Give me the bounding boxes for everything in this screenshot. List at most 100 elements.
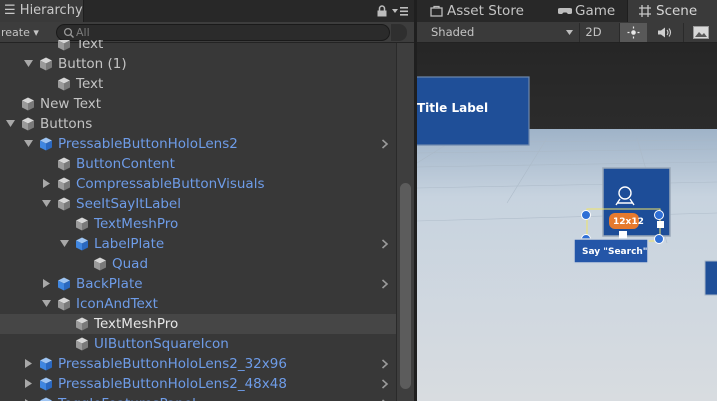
foldout-expanded-icon[interactable] [6,119,15,128]
hierarchy-row[interactable]: ToggleFeaturesPanel [0,394,396,401]
gameobject-cube-icon [76,337,88,351]
hierarchy-row-label: BackPlate [76,276,143,292]
speaker-icon [658,27,672,38]
create-dropdown[interactable]: reate ▾ [0,24,46,41]
foldout-expanded-icon[interactable] [60,239,69,248]
hierarchy-row-label: Buttons [40,116,93,132]
hierarchy-row[interactable]: SeeItSayItLabel [0,194,396,214]
scene-panel: Asset Store Game Scene Shaded 2D Title L… [417,0,717,401]
foldout-collapsed-icon[interactable] [24,379,33,388]
prefab-cube-icon [40,357,52,371]
hierarchy-row[interactable]: PressableButtonHoloLens2_32x96 [0,354,396,374]
tab-hierarchy[interactable]: ☰ Hierarchy [0,0,84,22]
scene-render [417,43,717,401]
dropdown-arrow-icon [566,30,573,35]
prefab-cube-icon [76,237,88,251]
gameobject-cube-icon [58,77,70,91]
effects-toggle-button[interactable] [683,23,717,42]
search-cancel-button[interactable] [391,24,407,41]
gameobject-cube-icon [58,157,70,171]
hierarchy-row-label: Text [76,76,104,92]
shading-mode-dropdown[interactable]: Shaded [423,23,575,42]
open-prefab-chevron-icon[interactable] [381,139,389,149]
title-label-text: Title Label [417,101,489,115]
game-icon [558,8,572,14]
hierarchy-row-label: SeeItSayItLabel [76,196,181,212]
gameobject-cube-icon [58,297,70,311]
image-effects-icon [693,26,709,39]
lock-icon[interactable] [376,5,388,17]
foldout-expanded-icon[interactable] [42,199,51,208]
open-prefab-chevron-icon[interactable] [381,379,389,389]
hierarchy-row[interactable]: UIButtonSquareIcon [0,334,396,354]
search-icon[interactable] [63,27,75,39]
foldout-collapsed-icon[interactable] [42,279,51,288]
foldout-collapsed-icon[interactable] [42,179,51,188]
hierarchy-row[interactable]: Buttons [0,114,396,134]
foldout-expanded-icon[interactable] [24,59,33,68]
scene-tab-bar: Asset Store Game Scene [417,0,717,22]
gameobject-cube-icon [76,217,88,231]
hierarchy-row[interactable]: ButtonContent [0,154,396,174]
tab-hierarchy-label: ☰ Hierarchy [4,3,83,18]
tab-game[interactable]: Game [543,0,627,22]
scene-toolbar: Shaded 2D [417,22,717,43]
prefab-cube-icon [40,137,52,151]
hierarchy-row[interactable]: PressableButtonHoloLens2 [0,134,396,154]
hierarchy-row[interactable]: TextMeshPro [0,314,396,334]
hierarchy-row[interactable]: Text [0,40,396,54]
context-menu-icon[interactable] [391,6,409,17]
tab-asset-store-label: Asset Store [447,3,524,19]
gameobject-cube-icon [76,317,88,331]
hierarchy-row[interactable]: IconAndText [0,294,396,314]
hierarchy-row-label: PressableButtonHoloLens2_32x96 [58,356,287,372]
create-label: reate [1,26,30,39]
scrollbar-thumb[interactable] [400,183,411,389]
hierarchy-row-label: Text [76,40,104,52]
audio-toggle-button[interactable] [653,23,677,42]
foldout-expanded-icon[interactable] [42,299,51,308]
search-field[interactable] [56,24,390,41]
gizmo-size-readout: 12x12 [613,217,644,227]
tab-scene[interactable]: Scene [627,0,717,22]
scene-viewport[interactable]: Title Label Say "Search" 12x12 [417,43,717,401]
hierarchy-row[interactable]: CompressableButtonVisuals [0,174,396,194]
search-input[interactable] [76,25,366,40]
hierarchy-row[interactable]: LabelPlate [0,234,396,254]
hierarchy-row-label: UIButtonSquareIcon [94,336,229,352]
open-prefab-chevron-icon[interactable] [381,239,389,249]
hierarchy-row[interactable]: New Text [0,94,396,114]
hierarchy-panel: ☰ Hierarchy reate ▾ Text Button (1) Text Ne… [0,0,414,401]
gameobject-cube-icon [94,257,106,271]
hierarchy-row[interactable]: BackPlate [0,274,396,294]
hierarchy-scrollbar[interactable] [396,43,414,401]
hierarchy-row-label: LabelPlate [94,236,165,252]
foldout-collapsed-icon[interactable] [24,359,33,368]
sun-icon [627,26,640,39]
hierarchy-row-label: ToggleFeaturesPanel [58,395,196,401]
hierarchy-row[interactable]: Text [0,74,396,94]
tab-scene-label: Scene [656,3,698,19]
open-prefab-chevron-icon[interactable] [381,279,389,289]
floor-background [417,129,717,401]
prefab-cube-icon [40,377,52,391]
toggle-2d-button[interactable]: 2D [579,23,607,42]
gameobject-cube-icon [58,197,70,211]
hierarchy-row[interactable]: PressableButtonHoloLens2_48x48 [0,374,396,394]
say-search-text: Say "Search" [582,247,648,257]
lighting-toggle-button[interactable] [619,23,647,42]
shading-mode-label: Shaded [431,25,475,39]
partial-panel-right [704,260,717,296]
tab-hierarchy-text: Hierarchy [19,3,83,18]
hierarchy-row[interactable]: Button (1) [0,54,396,74]
hierarchy-row-label: Button (1) [58,56,127,72]
foldout-expanded-icon[interactable] [24,139,33,148]
hierarchy-row[interactable]: TextMeshPro [0,214,396,234]
open-prefab-chevron-icon[interactable] [381,359,389,369]
hierarchy-row-label: TextMeshPro [94,316,179,332]
tab-asset-store[interactable]: Asset Store [417,0,543,22]
gameobject-cube-icon [58,177,70,191]
hierarchy-row[interactable]: Quad [0,254,396,274]
hierarchy-tree: Text Button (1) Text New Text Buttons Pressab… [0,40,396,401]
prefab-cube-icon [58,277,70,291]
